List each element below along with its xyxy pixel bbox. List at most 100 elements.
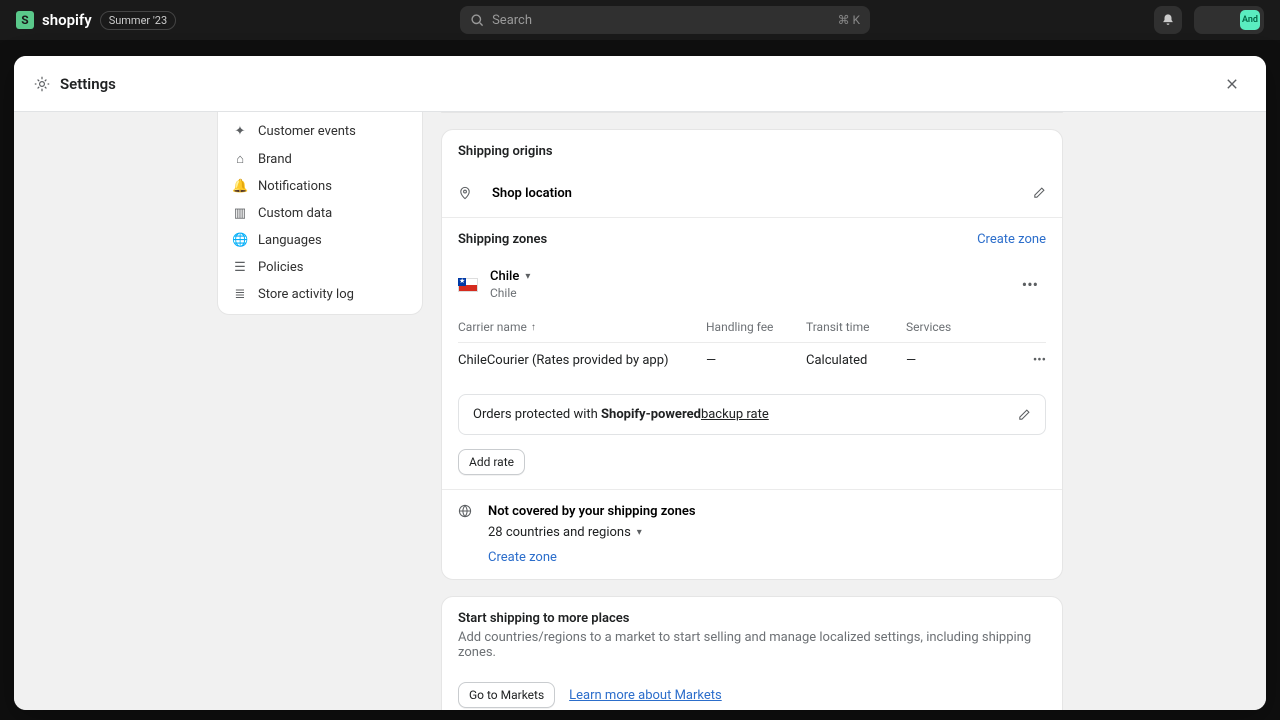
rate-table-head: Carrier name ↑ Handling fee Transit time… <box>458 312 1046 343</box>
zone-name-wrap: Chile ▾ Chile <box>490 269 530 300</box>
brand-icon: ⌂ <box>232 151 248 167</box>
rate-transit: Calculated <box>806 353 906 368</box>
chevron-down-icon: ▾ <box>637 527 642 538</box>
sparkle-icon: ✦ <box>232 124 248 139</box>
globe-icon <box>458 504 474 565</box>
edit-location-button[interactable] <box>1032 186 1046 200</box>
sidebar-item-languages[interactable]: 🌐 Languages <box>224 227 416 254</box>
globe-icon: 🌐 <box>232 233 248 248</box>
close-button[interactable] <box>1218 70 1246 98</box>
location-pin-icon <box>458 185 478 201</box>
search-wrap: Search ⌘ K <box>188 6 1142 34</box>
sidebar-item-policies[interactable]: ☰ Policies <box>224 254 416 281</box>
shopify-logo-icon: S <box>16 11 34 29</box>
store-switcher[interactable]: And <box>1194 6 1264 34</box>
backup-text-bold: Shopify-powered <box>601 407 701 422</box>
sidebar-item-label: Notifications <box>258 179 332 194</box>
shipping-zones-header: Shipping zones Create zone <box>442 218 1062 261</box>
modal-body: ✦ Customer events ⌂ Brand 🔔 Notifications ▥… <box>14 112 1266 710</box>
col-services-header: Services <box>906 320 1006 334</box>
log-icon: ≣ <box>232 287 248 302</box>
shipping-origins-title: Shipping origins <box>458 144 1046 159</box>
sidebar-item-label: Customer events <box>258 124 356 139</box>
sidebar-item-label: Store activity log <box>258 287 354 302</box>
search-placeholder: Search <box>492 13 532 28</box>
topbar-right: And <box>1154 6 1264 34</box>
flag-chile-icon <box>458 278 478 292</box>
markets-header: Start shipping to more places Add countr… <box>442 597 1062 674</box>
previous-card-stub <box>441 112 1063 113</box>
rate-fee: — <box>706 353 806 368</box>
markets-buttons: Go to Markets Learn more about Markets <box>442 674 1062 710</box>
bell-icon: 🔔 <box>232 179 248 194</box>
learn-markets-link[interactable]: Learn more about Markets <box>569 688 722 703</box>
list-icon: ☰ <box>232 260 248 275</box>
modal-header: Settings <box>14 56 1266 112</box>
sort-asc-icon: ↑ <box>531 322 536 333</box>
zone-sub: Chile <box>490 286 530 300</box>
markets-title: Start shipping to more places <box>458 611 1046 626</box>
sidebar-item-label: Policies <box>258 260 303 275</box>
not-covered-section: Not covered by your shipping zones 28 co… <box>442 490 1062 579</box>
shop-location-title: Shop location <box>492 186 572 201</box>
bell-icon <box>1161 13 1175 27</box>
topbar: S shopify Summer '23 Search ⌘ K And <box>0 0 1280 40</box>
zone-row-chile: Chile ▾ Chile ••• <box>442 261 1062 312</box>
avatar: And <box>1240 10 1260 30</box>
close-icon <box>1225 77 1239 91</box>
sidebar-item-label: Languages <box>258 233 322 248</box>
col-transit-header: Transit time <box>806 320 906 334</box>
release-badge: Summer '23 <box>100 11 176 30</box>
not-covered-col: Not covered by your shipping zones 28 co… <box>488 504 696 565</box>
not-covered-sub[interactable]: 28 countries and regions ▾ <box>488 525 696 540</box>
shipping-card: Shipping origins Shop location Shippin <box>441 129 1063 580</box>
settings-sidebar: ✦ Customer events ⌂ Brand 🔔 Notifications ▥… <box>217 112 423 315</box>
backup-rate-box: Orders protected with Shopify-powered ba… <box>458 394 1046 435</box>
col-carrier-header[interactable]: Carrier name ↑ <box>458 320 706 334</box>
search-icon <box>470 13 484 27</box>
shipping-origins-header: Shipping origins <box>442 130 1062 173</box>
edit-backup-button[interactable] <box>1017 408 1031 422</box>
add-rate-row: Add rate <box>442 449 1062 489</box>
main-panel: Shipping origins Shop location Shippin <box>441 112 1063 710</box>
zone-more-button[interactable]: ••• <box>1014 271 1046 298</box>
go-to-markets-button[interactable]: Go to Markets <box>458 682 555 708</box>
backup-rate-link[interactable]: backup rate <box>701 407 769 422</box>
brand-text: shopify <box>42 11 92 29</box>
brand-group: S shopify Summer '23 <box>16 11 176 30</box>
backup-text-prefix: Orders protected with <box>473 407 598 422</box>
pencil-icon <box>1032 186 1046 200</box>
sidebar-item-brand[interactable]: ⌂ Brand <box>224 145 416 173</box>
zone-name[interactable]: Chile ▾ <box>490 269 530 284</box>
not-covered-title: Not covered by your shipping zones <box>488 504 696 519</box>
shop-location-row: Shop location <box>442 173 1062 217</box>
rate-more-button[interactable]: ••• <box>1006 353 1046 368</box>
sidebar-item-label: Custom data <box>258 206 332 221</box>
search-shortcut: ⌘ K <box>838 13 861 27</box>
add-rate-button[interactable]: Add rate <box>458 449 525 475</box>
rate-carrier: ChileCourier (Rates provided by app) <box>458 353 706 368</box>
sidebar-item-customer-events[interactable]: ✦ Customer events <box>224 118 416 145</box>
data-icon: ▥ <box>232 206 248 221</box>
rate-services: — <box>906 353 1006 368</box>
gear-icon <box>34 76 50 92</box>
shipping-zones-title: Shipping zones <box>458 232 547 247</box>
sidebar-item-label: Brand <box>258 152 292 167</box>
modal-title: Settings <box>60 75 116 93</box>
sidebar-item-notifications[interactable]: 🔔 Notifications <box>224 173 416 200</box>
settings-modal: Settings ✦ Customer events ⌂ Brand 🔔 Notifi… <box>14 56 1266 710</box>
pencil-icon <box>1017 408 1031 422</box>
sidebar-item-store-activity[interactable]: ≣ Store activity log <box>224 281 416 308</box>
markets-card: Start shipping to more places Add countr… <box>441 596 1063 710</box>
markets-desc: Add countries/regions to a market to sta… <box>458 630 1046 660</box>
search-input[interactable]: Search ⌘ K <box>460 6 870 34</box>
notifications-button[interactable] <box>1154 6 1182 34</box>
col-fee-header: Handling fee <box>706 320 806 334</box>
rate-row: ChileCourier (Rates provided by app) — C… <box>458 343 1046 378</box>
sidebar-item-custom-data[interactable]: ▥ Custom data <box>224 200 416 227</box>
not-covered-create-zone[interactable]: Create zone <box>488 550 696 565</box>
chevron-down-icon: ▾ <box>525 271 530 282</box>
content-wrap: ✦ Customer events ⌂ Brand 🔔 Notifications ▥… <box>217 112 1063 710</box>
rate-table: Carrier name ↑ Handling fee Transit time… <box>442 312 1062 390</box>
create-zone-link[interactable]: Create zone <box>977 232 1046 247</box>
